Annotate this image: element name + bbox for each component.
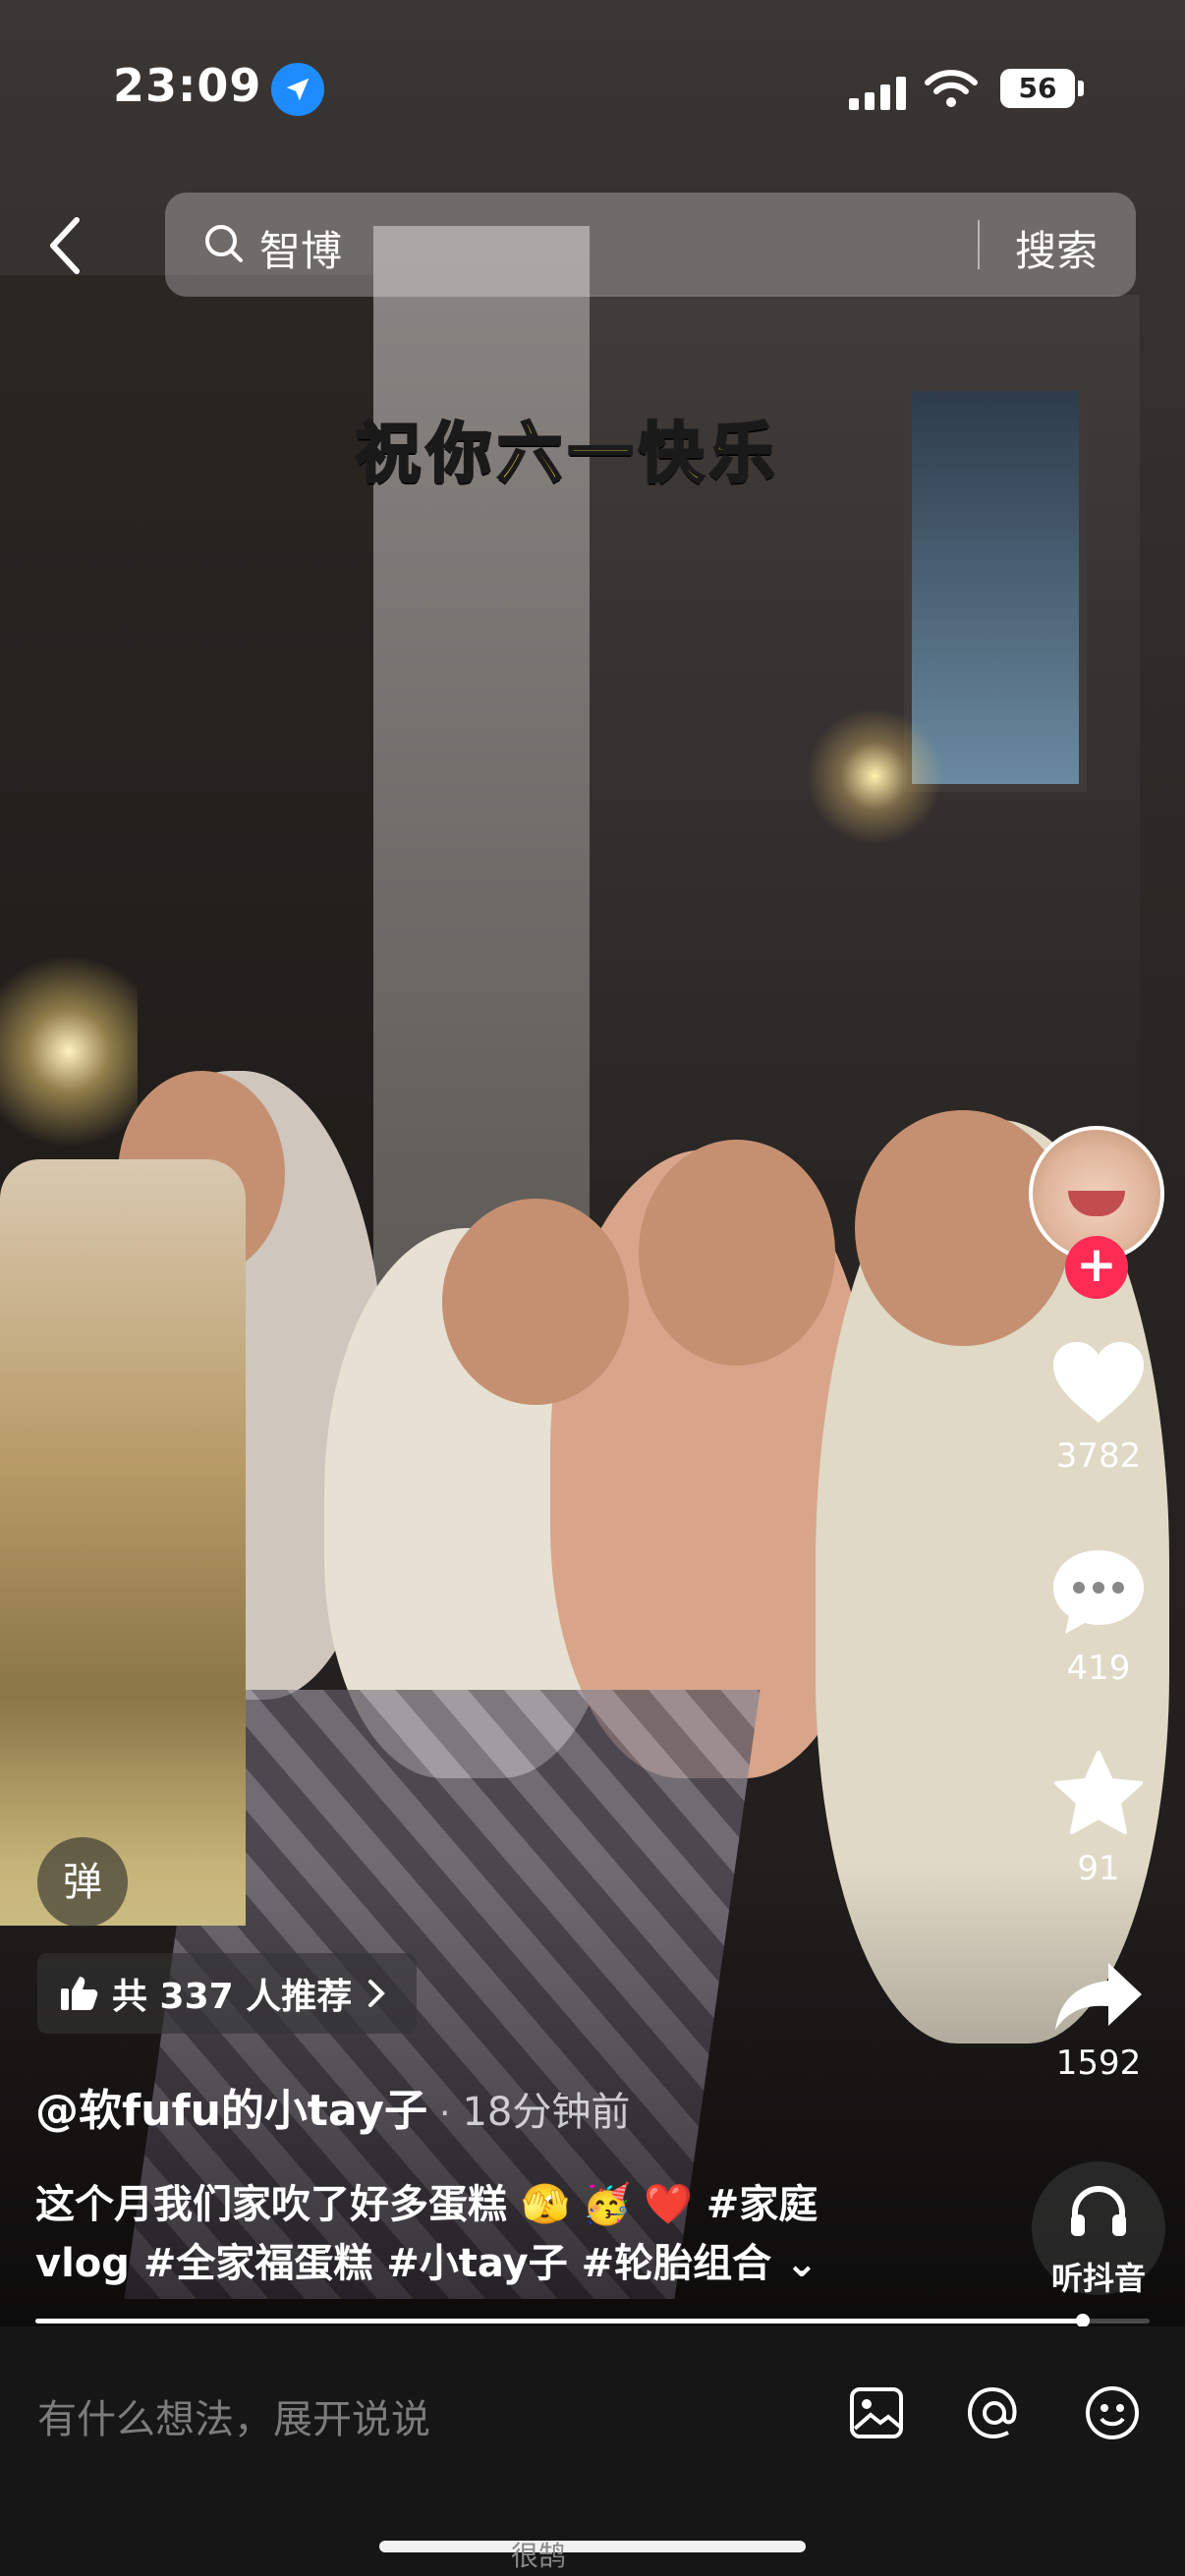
video-progress-bar[interactable] bbox=[35, 2314, 1150, 2327]
chevron-right-icon bbox=[368, 1980, 386, 2007]
chevron-left-icon bbox=[50, 217, 80, 274]
favorite-button[interactable]: 91 bbox=[1025, 1749, 1172, 1888]
scene-candle-reflection bbox=[806, 707, 943, 845]
comment-button[interactable]: 419 bbox=[1025, 1544, 1172, 1688]
description-emojis: 🫣 🥳 ❤️ bbox=[520, 2182, 693, 2227]
share-arrow-icon bbox=[1055, 1963, 1142, 2030]
comment-bubble-icon bbox=[1053, 1550, 1144, 1634]
author-name[interactable]: @软fufu的小tay子 bbox=[35, 2075, 427, 2138]
heart-icon bbox=[1053, 1342, 1144, 1423]
description-text: 这个月我们家吹了好多蛋糕 bbox=[35, 2182, 521, 2227]
description-tags-line2[interactable]: vlog #全家福蛋糕 #小tay子 #轮胎组合 bbox=[35, 2241, 771, 2286]
scene-candle-glow bbox=[0, 933, 138, 1169]
star-icon bbox=[1054, 1751, 1143, 1834]
recommend-label: 共 337 人推荐 bbox=[112, 1977, 353, 2017]
comment-input[interactable]: 有什么想法，展开说说 bbox=[37, 2387, 430, 2444]
scene-door-frame bbox=[373, 226, 590, 1307]
comment-count: 419 bbox=[1066, 1649, 1131, 1688]
search-divider bbox=[978, 220, 980, 269]
description-tags-line1[interactable]: #家庭 bbox=[693, 2182, 818, 2227]
search-icon bbox=[202, 222, 246, 269]
headphones-icon bbox=[1071, 2186, 1126, 2236]
share-count: 1592 bbox=[1055, 2044, 1142, 2083]
comment-bar: 有什么想法，展开说说 很鹄 bbox=[0, 2326, 1185, 2576]
emoji-icon[interactable] bbox=[1083, 2383, 1142, 2442]
scene-cake bbox=[0, 1159, 246, 1926]
author-line: @软fufu的小tay子 · 18分钟前 bbox=[35, 2075, 630, 2138]
watermark-text: 很鹄 bbox=[511, 2540, 567, 2572]
share-button[interactable]: 1592 bbox=[1025, 1959, 1172, 2083]
avatar-face bbox=[1068, 1191, 1125, 1216]
danmaku-toggle-button[interactable]: 弹 bbox=[37, 1837, 128, 1928]
cellular-signal-icon bbox=[849, 77, 908, 110]
like-count: 3782 bbox=[1055, 1436, 1142, 1476]
back-button[interactable] bbox=[45, 214, 92, 279]
progress-fill bbox=[35, 2319, 1083, 2324]
listen-douyin-label: 听抖音 bbox=[1050, 2260, 1146, 2297]
wifi-icon bbox=[924, 67, 979, 114]
scene-head bbox=[442, 1199, 629, 1405]
search-input[interactable]: 智博 bbox=[259, 218, 342, 278]
recommend-chip[interactable]: 共 337 人推荐 bbox=[37, 1953, 418, 2034]
home-indicator[interactable] bbox=[379, 2541, 806, 2552]
status-time: 23:09 bbox=[113, 59, 262, 112]
posted-time: 18分钟前 bbox=[462, 2090, 631, 2135]
like-button[interactable]: 3782 bbox=[1025, 1338, 1172, 1476]
image-icon[interactable] bbox=[847, 2383, 906, 2442]
scene-head bbox=[639, 1140, 835, 1366]
status-bar: 23:09 56 bbox=[0, 59, 1185, 128]
battery-tip bbox=[1078, 81, 1084, 96]
battery-indicator: 56 bbox=[1000, 69, 1075, 108]
follow-button[interactable]: + bbox=[1065, 1236, 1128, 1299]
thumbs-up-icon bbox=[61, 1977, 98, 2010]
separator-dot: · bbox=[439, 2094, 451, 2134]
search-bar[interactable]: 智博 搜索 bbox=[165, 193, 1136, 297]
at-mention-icon[interactable] bbox=[965, 2383, 1024, 2442]
search-button[interactable]: 搜索 bbox=[1015, 218, 1098, 278]
video-description[interactable]: 这个月我们家吹了好多蛋糕 🫣 🥳 ❤️ #家庭 vlog #全家福蛋糕 #小ta… bbox=[35, 2175, 900, 2293]
location-arrow-icon bbox=[271, 63, 324, 116]
progress-knob[interactable] bbox=[1075, 2314, 1090, 2327]
favorite-count: 91 bbox=[1077, 1849, 1120, 1888]
video-caption: 祝你六一快乐 bbox=[355, 415, 780, 493]
listen-douyin-button[interactable]: 听抖音 bbox=[1032, 2161, 1165, 2297]
expand-description-icon[interactable]: ⌄ bbox=[785, 2241, 818, 2286]
